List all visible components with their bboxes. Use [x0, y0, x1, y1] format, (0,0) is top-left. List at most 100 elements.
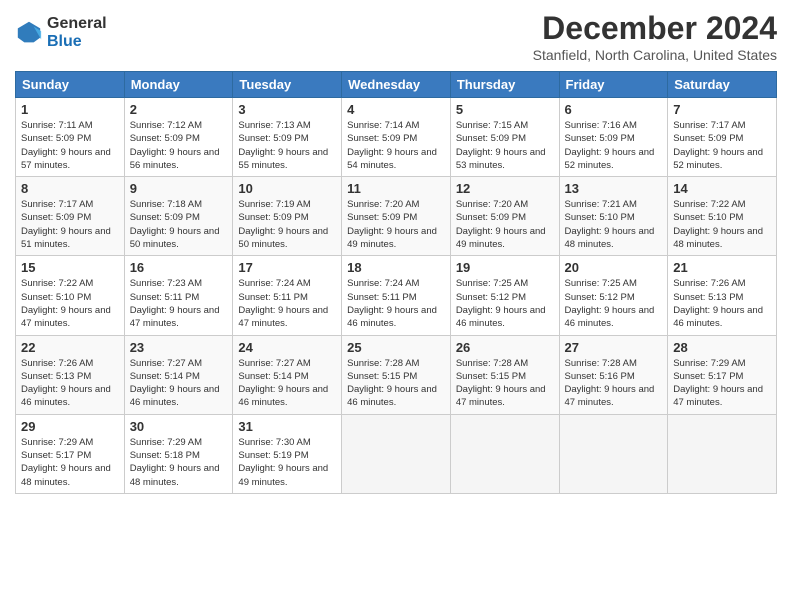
- day-number: 10: [238, 181, 336, 196]
- day-number: 16: [130, 260, 228, 275]
- day-info: Sunrise: 7:25 AMSunset: 5:12 PMDaylight:…: [565, 277, 663, 330]
- day-info: Sunrise: 7:24 AMSunset: 5:11 PMDaylight:…: [347, 277, 445, 330]
- day-header-monday: Monday: [124, 72, 233, 98]
- calendar-cell: 30 Sunrise: 7:29 AMSunset: 5:18 PMDayligh…: [124, 414, 233, 493]
- day-number: 29: [21, 419, 119, 434]
- day-info: Sunrise: 7:29 AMSunset: 5:17 PMDaylight:…: [21, 436, 119, 489]
- day-info: Sunrise: 7:24 AMSunset: 5:11 PMDaylight:…: [238, 277, 336, 330]
- location-title: Stanfield, North Carolina, United States: [533, 47, 777, 63]
- day-number: 24: [238, 340, 336, 355]
- calendar-cell: 27 Sunrise: 7:28 AMSunset: 5:16 PMDayligh…: [559, 335, 668, 414]
- day-number: 17: [238, 260, 336, 275]
- day-info: Sunrise: 7:28 AMSunset: 5:16 PMDaylight:…: [565, 357, 663, 410]
- calendar-cell: 25Sunrise: 7:28 AMSunset: 5:15 PMDayligh…: [342, 335, 451, 414]
- day-info: Sunrise: 7:17 AMSunset: 5:09 PMDaylight:…: [673, 119, 771, 172]
- day-info: Sunrise: 7:11 AMSunset: 5:09 PMDaylight:…: [21, 119, 119, 172]
- day-info: Sunrise: 7:22 AMSunset: 5:10 PMDaylight:…: [673, 198, 771, 251]
- day-number: 23: [130, 340, 228, 355]
- day-info: Sunrise: 7:27 AMSunset: 5:14 PMDaylight:…: [130, 357, 228, 410]
- calendar-cell: 20 Sunrise: 7:25 AMSunset: 5:12 PMDayligh…: [559, 256, 668, 335]
- day-info: Sunrise: 7:15 AMSunset: 5:09 PMDaylight:…: [456, 119, 554, 172]
- day-number: 22: [21, 340, 119, 355]
- calendar-cell: 18 Sunrise: 7:24 AMSunset: 5:11 PMDayligh…: [342, 256, 451, 335]
- calendar-cell: 5 Sunrise: 7:15 AMSunset: 5:09 PMDaylight…: [450, 98, 559, 177]
- calendar-cell: 4 Sunrise: 7:14 AMSunset: 5:09 PMDaylight…: [342, 98, 451, 177]
- calendar-table: SundayMondayTuesdayWednesdayThursdayFrid…: [15, 71, 777, 494]
- calendar-cell: [450, 414, 559, 493]
- day-info: Sunrise: 7:18 AMSunset: 5:09 PMDaylight:…: [130, 198, 228, 251]
- day-number: 25: [347, 340, 445, 355]
- logo: General Blue: [15, 15, 107, 52]
- day-info: Sunrise: 7:23 AMSunset: 5:11 PMDaylight:…: [130, 277, 228, 330]
- calendar-cell: 24 Sunrise: 7:27 AMSunset: 5:14 PMDayligh…: [233, 335, 342, 414]
- day-info: Sunrise: 7:13 AMSunset: 5:09 PMDaylight:…: [238, 119, 336, 172]
- day-number: 20: [565, 260, 663, 275]
- day-number: 31: [238, 419, 336, 434]
- calendar-cell: 15 Sunrise: 7:22 AMSunset: 5:10 PMDayligh…: [16, 256, 125, 335]
- calendar-cell: 29 Sunrise: 7:29 AMSunset: 5:17 PMDayligh…: [16, 414, 125, 493]
- calendar-cell: 2 Sunrise: 7:12 AMSunset: 5:09 PMDaylight…: [124, 98, 233, 177]
- calendar-cell: 10 Sunrise: 7:19 AMSunset: 5:09 PMDayligh…: [233, 177, 342, 256]
- calendar-cell: 8 Sunrise: 7:17 AMSunset: 5:09 PMDaylight…: [16, 177, 125, 256]
- day-info: Sunrise: 7:22 AMSunset: 5:10 PMDaylight:…: [21, 277, 119, 330]
- day-header-saturday: Saturday: [668, 72, 777, 98]
- day-number: 21: [673, 260, 771, 275]
- day-number: 13: [565, 181, 663, 196]
- day-number: 9: [130, 181, 228, 196]
- day-number: 2: [130, 102, 228, 117]
- day-number: 5: [456, 102, 554, 117]
- day-info: Sunrise: 7:20 AMSunset: 5:09 PMDaylight:…: [456, 198, 554, 251]
- calendar-cell: 16 Sunrise: 7:23 AMSunset: 5:11 PMDayligh…: [124, 256, 233, 335]
- day-number: 15: [21, 260, 119, 275]
- calendar-cell: 9 Sunrise: 7:18 AMSunset: 5:09 PMDaylight…: [124, 177, 233, 256]
- day-number: 28: [673, 340, 771, 355]
- page-container: General Blue December 2024 Stanfield, No…: [0, 0, 792, 504]
- day-header-friday: Friday: [559, 72, 668, 98]
- calendar-cell: 14 Sunrise: 7:22 AMSunset: 5:10 PMDayligh…: [668, 177, 777, 256]
- day-info: Sunrise: 7:14 AMSunset: 5:09 PMDaylight:…: [347, 119, 445, 172]
- day-number: 26: [456, 340, 554, 355]
- day-number: 18: [347, 260, 445, 275]
- day-info: Sunrise: 7:16 AMSunset: 5:09 PMDaylight:…: [565, 119, 663, 172]
- logo-text: General Blue: [47, 15, 107, 52]
- day-info: Sunrise: 7:29 AMSunset: 5:17 PMDaylight:…: [673, 357, 771, 410]
- day-info: Sunrise: 7:12 AMSunset: 5:09 PMDaylight:…: [130, 119, 228, 172]
- day-info: Sunrise: 7:19 AMSunset: 5:09 PMDaylight:…: [238, 198, 336, 251]
- day-header-tuesday: Tuesday: [233, 72, 342, 98]
- day-number: 27: [565, 340, 663, 355]
- calendar-cell: 13 Sunrise: 7:21 AMSunset: 5:10 PMDayligh…: [559, 177, 668, 256]
- day-number: 3: [238, 102, 336, 117]
- day-info: Sunrise: 7:29 AMSunset: 5:18 PMDaylight:…: [130, 436, 228, 489]
- day-info: Sunrise: 7:17 AMSunset: 5:09 PMDaylight:…: [21, 198, 119, 251]
- day-info: Sunrise: 7:26 AMSunset: 5:13 PMDaylight:…: [673, 277, 771, 330]
- month-title: December 2024: [533, 10, 777, 47]
- day-number: 8: [21, 181, 119, 196]
- day-number: 19: [456, 260, 554, 275]
- logo-icon: [15, 19, 43, 47]
- header: General Blue December 2024 Stanfield, No…: [15, 10, 777, 63]
- calendar-cell: 28 Sunrise: 7:29 AMSunset: 5:17 PMDayligh…: [668, 335, 777, 414]
- calendar-cell: [559, 414, 668, 493]
- day-header-wednesday: Wednesday: [342, 72, 451, 98]
- calendar-cell: 21 Sunrise: 7:26 AMSunset: 5:13 PMDayligh…: [668, 256, 777, 335]
- day-number: 1: [21, 102, 119, 117]
- calendar-cell: 23 Sunrise: 7:27 AMSunset: 5:14 PMDayligh…: [124, 335, 233, 414]
- day-number: 6: [565, 102, 663, 117]
- day-number: 30: [130, 419, 228, 434]
- day-number: 7: [673, 102, 771, 117]
- calendar-cell: 11Sunrise: 7:20 AMSunset: 5:09 PMDayligh…: [342, 177, 451, 256]
- day-number: 12: [456, 181, 554, 196]
- day-info: Sunrise: 7:27 AMSunset: 5:14 PMDaylight:…: [238, 357, 336, 410]
- day-number: 4: [347, 102, 445, 117]
- day-info: Sunrise: 7:21 AMSunset: 5:10 PMDaylight:…: [565, 198, 663, 251]
- day-number: 14: [673, 181, 771, 196]
- calendar-cell: 6 Sunrise: 7:16 AMSunset: 5:09 PMDaylight…: [559, 98, 668, 177]
- calendar-cell: 12 Sunrise: 7:20 AMSunset: 5:09 PMDayligh…: [450, 177, 559, 256]
- calendar-cell: 7 Sunrise: 7:17 AMSunset: 5:09 PMDaylight…: [668, 98, 777, 177]
- calendar-cell: 17 Sunrise: 7:24 AMSunset: 5:11 PMDayligh…: [233, 256, 342, 335]
- calendar-cell: 19Sunrise: 7:25 AMSunset: 5:12 PMDayligh…: [450, 256, 559, 335]
- calendar-cell: [342, 414, 451, 493]
- day-header-sunday: Sunday: [16, 72, 125, 98]
- calendar-cell: 22Sunrise: 7:26 AMSunset: 5:13 PMDayligh…: [16, 335, 125, 414]
- calendar-cell: 31Sunrise: 7:30 AMSunset: 5:19 PMDayligh…: [233, 414, 342, 493]
